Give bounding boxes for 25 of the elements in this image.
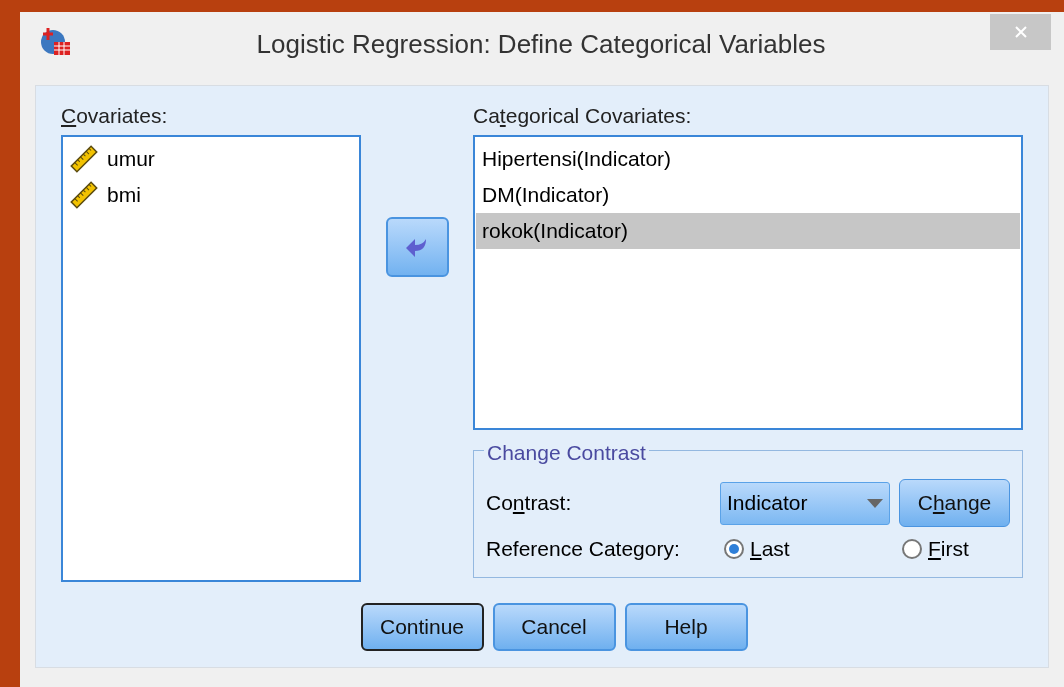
close-icon <box>1013 25 1028 39</box>
dialog-button[interactable]: Continue <box>360 603 484 651</box>
list-item[interactable]: Hipertensi(Indicator) <box>476 141 1020 177</box>
dropdown-caret-icon <box>867 498 883 508</box>
list-item[interactable]: bmi <box>63 177 359 213</box>
list-label: Covariates: <box>61 103 169 129</box>
list-item[interactable]: umur <box>63 141 359 177</box>
contrast-dropdown[interactable]: Indicator <box>720 481 890 525</box>
reference-label: Reference Category: <box>486 536 681 563</box>
list-label: Categorical Covariates: <box>473 103 693 129</box>
list-item[interactable]: DM(Indicator) <box>476 177 1020 213</box>
radio-option[interactable]: First <box>902 533 969 565</box>
covariates-list[interactable]: umur bmi <box>61 135 361 582</box>
contrast-label: Contrast: <box>486 490 573 517</box>
list-item[interactable]: rokok(Indicator) <box>476 213 1020 249</box>
window-title: Logistic Regression: Define Categorical Variables <box>255 28 827 61</box>
app-icon <box>40 26 72 56</box>
radio-button[interactable] <box>724 539 744 559</box>
dialog-button[interactable]: Cancel <box>492 603 616 651</box>
radio-option[interactable]: Last <box>724 533 902 565</box>
radio-button[interactable] <box>902 539 922 559</box>
change-button[interactable]: Change <box>899 479 1010 527</box>
categorical-list[interactable]: Hipertensi(Indicator) DM(Indicator) rokok(Indicator) <box>473 135 1023 430</box>
dialog-button[interactable]: Help <box>624 603 748 651</box>
move-button[interactable] <box>385 217 449 277</box>
